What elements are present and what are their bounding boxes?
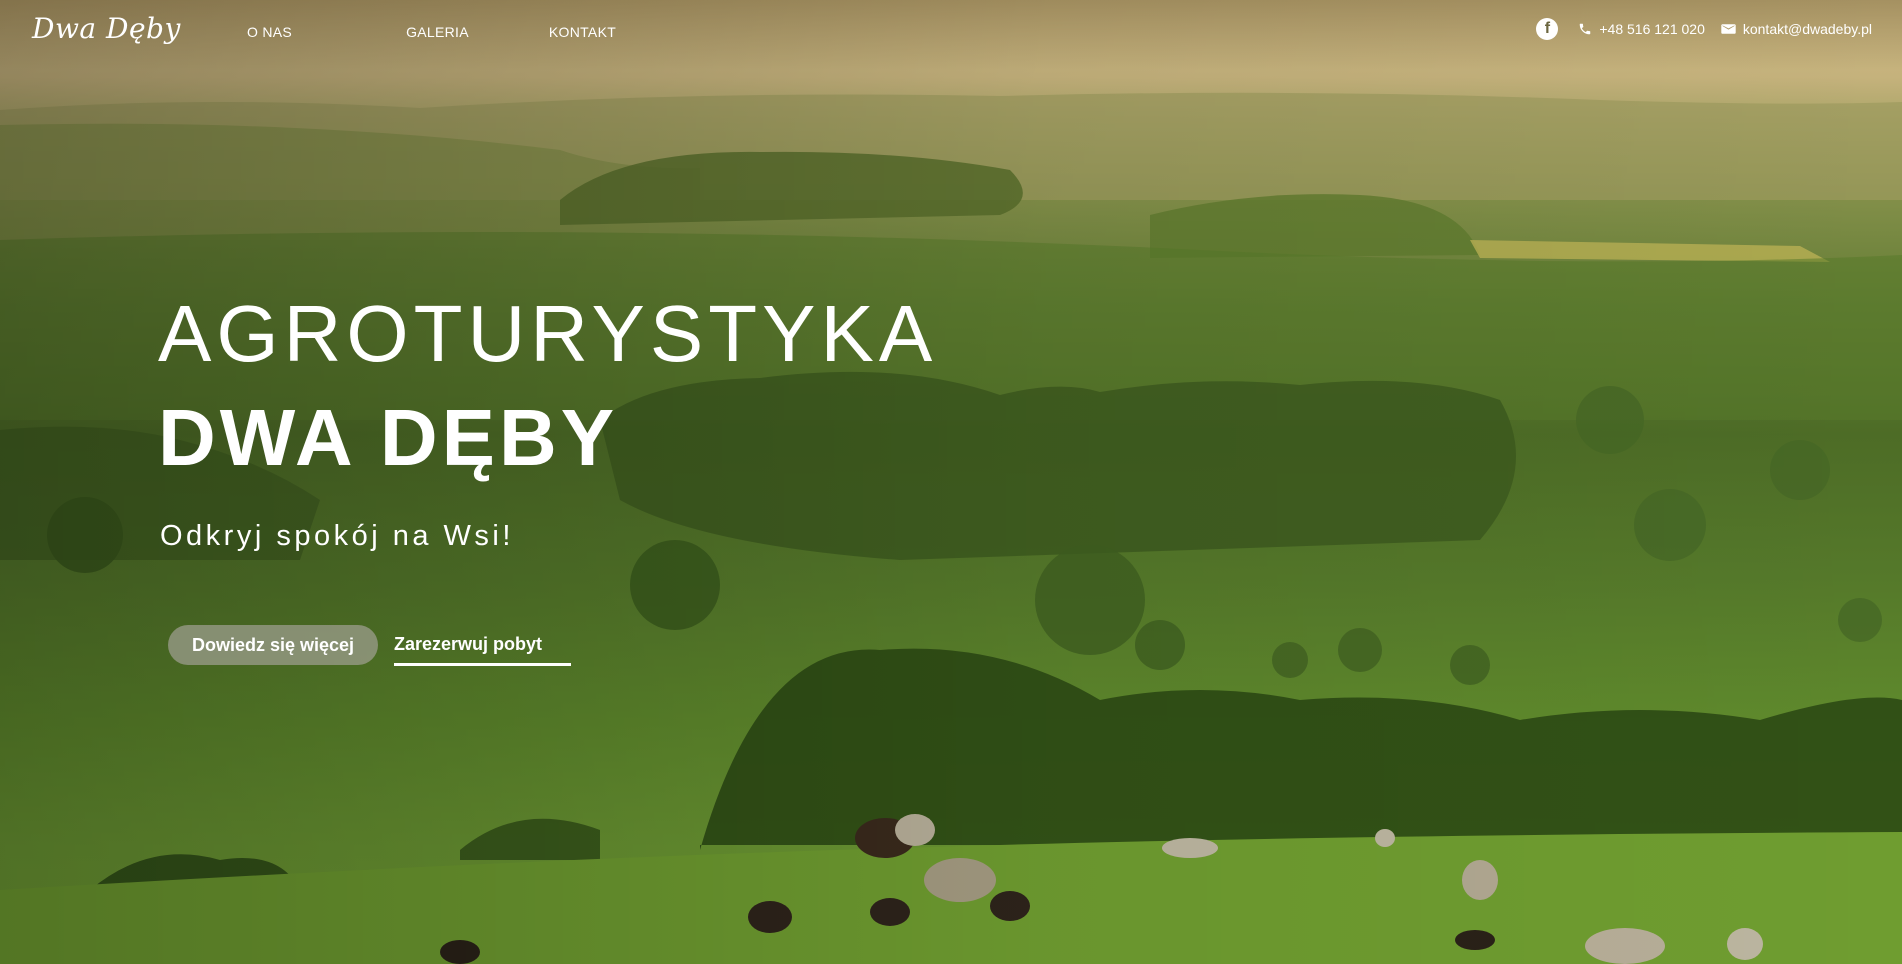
phone-link[interactable]: +48 516 121 020: [1578, 21, 1705, 37]
nav-link-o-nas[interactable]: O NAS: [247, 24, 292, 40]
learn-more-button[interactable]: Dowiedz się więcej: [168, 625, 378, 665]
hero-title-line-2: DWA DĘBY: [158, 393, 619, 482]
contact-bar: f +48 516 121 020 kontakt@dwadeby.pl: [1536, 18, 1872, 40]
hero-subtitle: Odkryj spokój na Wsi!: [160, 520, 514, 552]
email-address: kontakt@dwadeby.pl: [1742, 21, 1872, 37]
nav-link-galeria[interactable]: GALERIA: [406, 24, 469, 40]
facebook-icon[interactable]: f: [1536, 18, 1559, 40]
phone-icon: [1578, 22, 1592, 36]
email-link[interactable]: kontakt@dwadeby.pl: [1721, 21, 1872, 37]
phone-number: +48 516 121 020: [1599, 21, 1705, 37]
mail-icon: [1721, 23, 1736, 35]
main-nav: O NAS GALERIA KONTAKT: [247, 24, 616, 40]
site-logo[interactable]: Dwa Dęby: [32, 12, 181, 45]
site-header: Dwa Dęby O NAS GALERIA KONTAKT f +48 516…: [0, 0, 1902, 62]
nav-link-kontakt[interactable]: KONTAKT: [549, 24, 616, 40]
hero-title-line-1: AGROTURYSTYKA: [158, 289, 938, 378]
book-stay-link[interactable]: Zarezerwuj pobyt: [394, 634, 571, 666]
